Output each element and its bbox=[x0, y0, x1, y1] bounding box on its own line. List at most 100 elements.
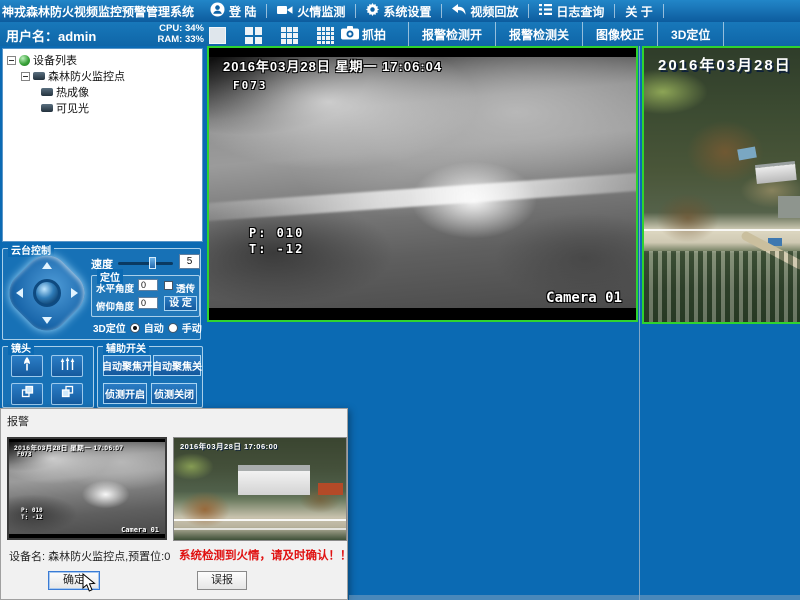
snapshot-button[interactable]: 抓拍 bbox=[341, 26, 386, 43]
panel-divider bbox=[639, 46, 640, 600]
mode-3d-label: 3D定位 bbox=[93, 320, 126, 335]
auto-radio[interactable] bbox=[130, 323, 140, 333]
focus-near-icon bbox=[21, 385, 34, 403]
ptz-left-button[interactable] bbox=[16, 288, 23, 298]
speed-slider-track[interactable] bbox=[118, 262, 173, 265]
username-label: 用户名： bbox=[6, 29, 58, 44]
autofocus-off-button[interactable]: 自动聚焦关 bbox=[153, 355, 201, 376]
menu-item-video-playback[interactable]: 视频回放 bbox=[442, 0, 528, 22]
dialog-title: 报警 bbox=[7, 413, 29, 429]
thermal-video-panel[interactable]: 2016年03月28日 星期一 17:06:04 F073 P: 010 T: … bbox=[207, 46, 638, 322]
ram-usage: RAM: 33% bbox=[134, 34, 204, 45]
tree-item-thermal[interactable]: 热成像 bbox=[3, 84, 202, 100]
false-alarm-button[interactable]: 误报 bbox=[197, 571, 247, 590]
cpu-usage: CPU: 34% bbox=[134, 23, 204, 34]
white-house bbox=[238, 471, 310, 495]
lens-focus-near-button[interactable] bbox=[11, 383, 43, 405]
passthrough-checkbox[interactable] bbox=[164, 281, 173, 290]
lens-zoom-in-button[interactable] bbox=[11, 355, 43, 377]
lens-group-title: 镜头 bbox=[8, 340, 34, 355]
toolbar-end-separator bbox=[723, 22, 724, 46]
menu-item-system-settings[interactable]: 系统设置 bbox=[356, 0, 441, 22]
username: 用户名：admin bbox=[6, 26, 96, 45]
thumbnail-camera-label: Camera 01 bbox=[121, 526, 159, 534]
guardrail-line bbox=[174, 528, 346, 530]
alarm-detect-on-button[interactable]: 报警检测开 bbox=[408, 22, 495, 46]
device-tree-panel: 设备列表 森林防火监控点 热成像 可见光 bbox=[2, 48, 203, 242]
horizontal-angle-input[interactable] bbox=[138, 279, 158, 291]
detect-off-button[interactable]: 侦测关闭 bbox=[151, 383, 197, 404]
toolbar-button-group: 报警检测开 报警检测关 图像校正 3D定位 bbox=[408, 22, 724, 46]
menu-item-fire-monitor[interactable]: 火情监测 bbox=[267, 0, 355, 22]
manual-label: 手动 bbox=[182, 320, 202, 335]
layout-sixteen-button[interactable] bbox=[317, 27, 334, 44]
menu-item-login[interactable]: 登 陆 bbox=[200, 0, 266, 22]
tree-item-visible[interactable]: 可见光 bbox=[3, 100, 202, 116]
list-icon bbox=[539, 4, 552, 18]
alarm-detect-off-button[interactable]: 报警检测关 bbox=[495, 22, 582, 46]
set-button[interactable]: 设 定 bbox=[164, 296, 197, 311]
camera-device-icon bbox=[41, 104, 53, 112]
guardrail-line bbox=[174, 519, 346, 521]
ptz-right-button[interactable] bbox=[71, 288, 78, 298]
tree-rows bbox=[644, 251, 800, 322]
globe-icon bbox=[19, 55, 30, 66]
thumbnail-timestamp: 2016年03月28日 17:06:00 bbox=[180, 441, 278, 452]
tree-item-monitor-site[interactable]: 森林防火监控点 bbox=[3, 68, 202, 84]
speed-slider-thumb[interactable] bbox=[149, 257, 156, 269]
tree-item-label: 可见光 bbox=[56, 100, 89, 116]
camera-device-icon bbox=[41, 88, 53, 96]
mouse-cursor bbox=[82, 573, 96, 598]
positioning-3d-button[interactable]: 3D定位 bbox=[657, 22, 723, 46]
ptz-up-button[interactable] bbox=[42, 262, 52, 269]
tree-item-device-list[interactable]: 设备列表 bbox=[3, 52, 202, 68]
lens-zoom-out-button[interactable] bbox=[51, 355, 83, 377]
video-timestamp: 2016年03月28日 星期一 17:06:04 bbox=[223, 56, 442, 75]
ptz-dpad bbox=[7, 253, 87, 333]
visible-thumbnail: 2016年03月28日 17:06:00 bbox=[173, 437, 347, 541]
zoom-in-icon bbox=[22, 357, 32, 376]
username-value: admin bbox=[58, 29, 96, 44]
passthrough-label: 透传 bbox=[176, 281, 195, 295]
speed-value-box[interactable]: 5 bbox=[179, 254, 200, 269]
menu-item-label: 关 于 bbox=[625, 3, 652, 20]
app-window: 神戎森林防火视频监控预警管理系统 登 陆 火情监测 系统设置 视频回放 日志查询… bbox=[0, 0, 800, 600]
user-icon bbox=[210, 2, 225, 20]
menu-item-about[interactable]: 关 于 bbox=[615, 0, 662, 22]
preset-code: F073 bbox=[233, 79, 268, 92]
video-camera-icon bbox=[277, 4, 293, 18]
detect-on-button[interactable]: 侦测开启 bbox=[103, 383, 147, 404]
alarm-dialog: 报警 2016年03月28日 星期一 17:06:07 F073 P: 010 … bbox=[0, 408, 348, 600]
camera-label: Camera 01 bbox=[546, 290, 622, 306]
layout-single-button[interactable] bbox=[209, 27, 226, 44]
layout-nine-button[interactable] bbox=[281, 27, 298, 44]
visible-video-panel[interactable]: 2016年03月28日 bbox=[642, 46, 800, 324]
menu-item-label: 火情监测 bbox=[297, 3, 345, 20]
autofocus-on-button[interactable]: 自动聚焦开 bbox=[103, 355, 151, 376]
pitch-angle-input[interactable] bbox=[138, 297, 158, 309]
lens-group: 镜头 bbox=[2, 346, 94, 408]
tree-item-label: 热成像 bbox=[56, 84, 89, 100]
thermal-bright-band bbox=[207, 172, 638, 221]
horizontal-angle-label: 水平角度 bbox=[96, 281, 134, 295]
fire-warning-text: 系统检测到火情，请及时确认！！ bbox=[179, 547, 352, 563]
ptz-center-button[interactable] bbox=[33, 279, 61, 307]
collapse-icon[interactable] bbox=[7, 56, 16, 65]
thumbnail-pan-readout: P: 010 bbox=[21, 507, 43, 514]
visible-thumbnail-scene bbox=[174, 438, 346, 540]
image-correction-button[interactable]: 图像校正 bbox=[582, 22, 657, 46]
layout-quad-button[interactable] bbox=[245, 27, 262, 44]
collapse-icon[interactable] bbox=[21, 72, 30, 81]
mode-3d-row: 3D定位 自动 手动 bbox=[93, 320, 202, 335]
lens-focus-far-button[interactable] bbox=[51, 383, 83, 405]
snapshot-label: 抓拍 bbox=[362, 26, 386, 43]
ptz-down-button[interactable] bbox=[42, 317, 52, 324]
manual-radio[interactable] bbox=[168, 323, 178, 333]
tree-item-label: 设备列表 bbox=[33, 52, 77, 68]
camera-device-icon bbox=[33, 72, 45, 80]
app-title: 神戎森林防火视频监控预警管理系统 bbox=[0, 3, 200, 20]
auto-label: 自动 bbox=[144, 320, 164, 335]
pitch-angle-label: 俯仰角度 bbox=[96, 299, 134, 313]
menu-item-log-query[interactable]: 日志查询 bbox=[529, 0, 614, 22]
menu-item-label: 日志查询 bbox=[556, 3, 604, 20]
